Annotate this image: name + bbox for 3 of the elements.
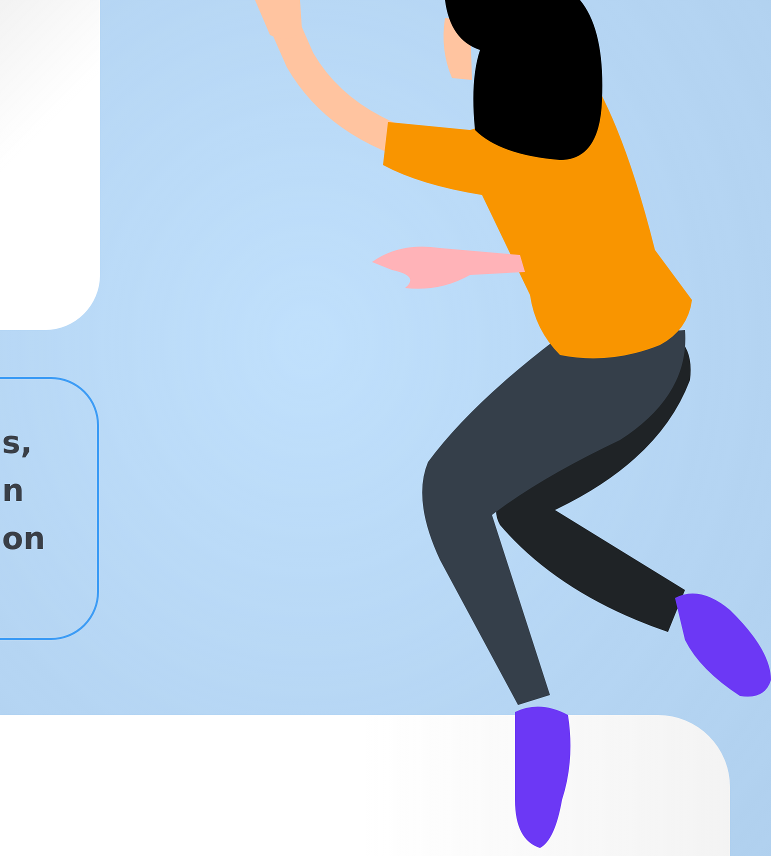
callout-text-line: s, bbox=[2, 424, 34, 463]
callout-text-line: n bbox=[2, 472, 26, 511]
callout-text-line: on bbox=[2, 520, 46, 559]
